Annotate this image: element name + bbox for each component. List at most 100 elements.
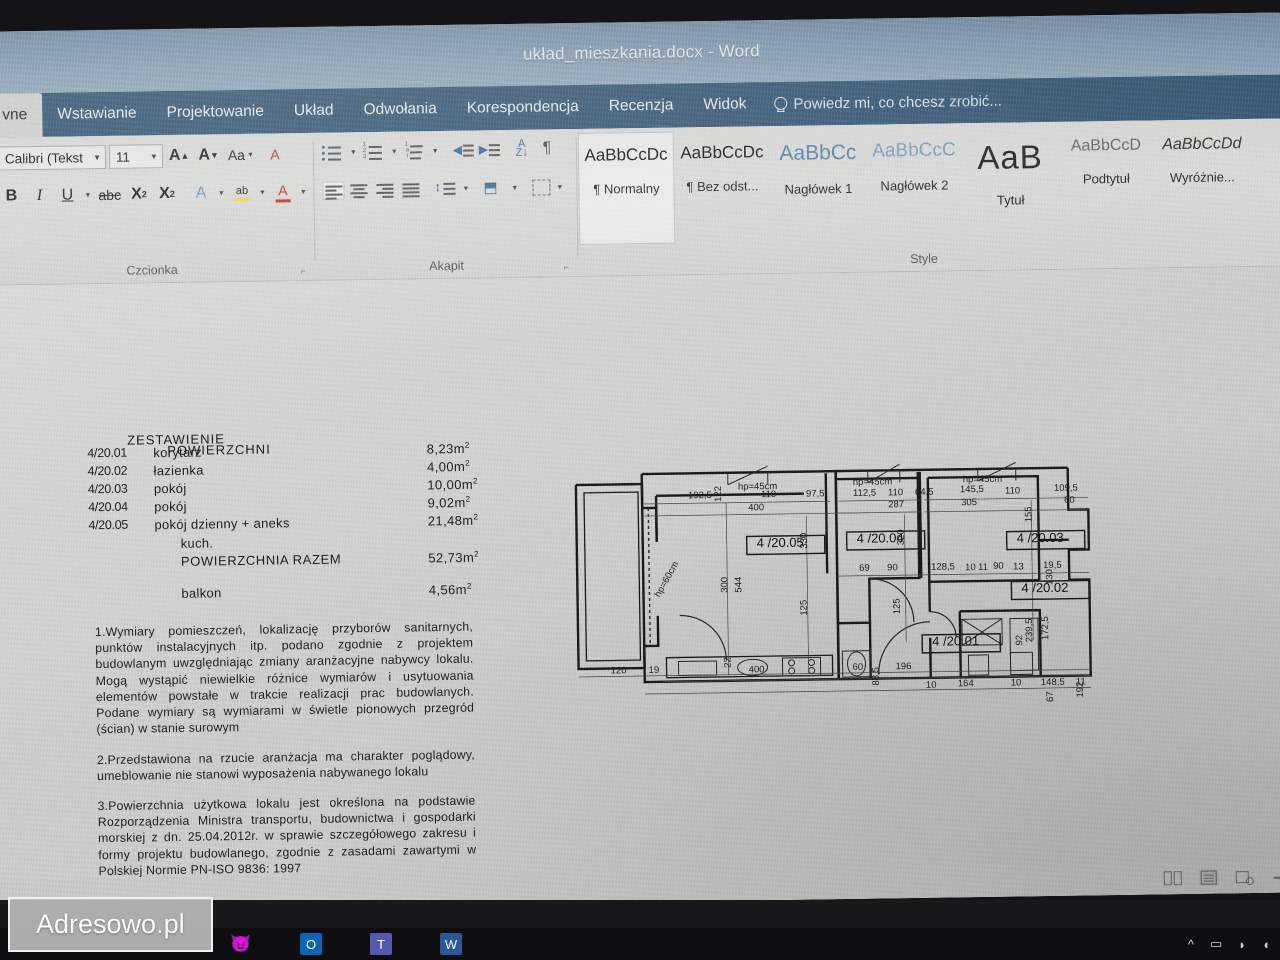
bullets-icon[interactable] [321,142,344,162]
ribbon-tab-view[interactable]: Widok [688,82,762,127]
ribbon-tab-mailings[interactable]: Korespondencja [451,85,594,131]
plan-dimension-label: hp=60cm [653,559,682,599]
plan-dimension-label: 125 [892,598,903,614]
plan-dimension-label: 164 [958,678,974,689]
shrink-font-button[interactable]: A ▼ [195,142,222,168]
shading-icon[interactable]: ⬒ [483,178,505,198]
align-right-icon[interactable] [374,181,396,199]
align-center-icon[interactable] [348,181,370,199]
row-code [89,572,155,604]
highlight-label: ab [235,184,249,198]
read-mode-icon[interactable] [1163,870,1183,886]
paragraph-dialog-launcher[interactable]: ⌐ [564,262,574,272]
style-label: Nagłówek 2 [880,177,949,194]
style-preview: AaBbCcC [872,139,956,162]
word-taskbar-icon[interactable]: W [440,933,462,955]
outlook-taskbar-icon[interactable]: O [300,933,322,955]
style-naglowek-2[interactable]: AaBbCcC Nagłówek 2 [866,127,964,240]
font-dialog-launcher[interactable]: ⌐ [301,266,311,276]
style-naglowek-1[interactable]: AaBbCc Nagłówek 1 [770,129,868,242]
zoom-out-icon[interactable] [1271,868,1280,884]
chevron-down-icon[interactable]: ▼ [389,148,400,155]
tell-me-box[interactable]: Powiedz mi, co chcesz zrobić... [773,92,1002,112]
underline-button[interactable]: U [54,182,80,208]
style-wyroznienie[interactable]: AaBbCcDd Wyróżnie... [1154,123,1252,236]
italic-button[interactable]: I [26,183,52,209]
sort-icon[interactable]: A Z↓ [511,138,533,160]
plan-dimension-label: 10 [1011,677,1022,688]
style-bez-odstepow[interactable]: AaBbCcDc ¶ Bez odst... [674,130,772,243]
chevron-down-icon[interactable]: ▼ [430,147,441,155]
subscript-button[interactable]: X2 [126,181,152,207]
ribbon-tab-references[interactable]: Odwołania [348,87,452,133]
battery-icon[interactable]: ▭ [1210,936,1222,952]
web-layout-icon[interactable] [1235,869,1255,886]
ribbon-tab-insert[interactable]: Wstawianie [42,91,152,137]
text-highlight-button[interactable]: ab [229,180,255,206]
system-tray[interactable]: ^ ▭ ◗ ◖ [1188,936,1270,952]
chevron-down-icon[interactable]: ▼ [257,189,268,196]
clear-formatting-button[interactable]: A [262,141,288,167]
plan-room-tag: 4 /20.01 [932,633,979,649]
grow-font-button[interactable]: A ▲ [166,143,193,169]
ribbon-tab-review[interactable]: Recenzja [593,83,688,128]
font-name-combo[interactable]: Calibri (Tekst ▼ [0,144,107,171]
style-podtytul[interactable]: AaBbCcD Podtytuł [1058,124,1156,237]
chevron-down-icon[interactable]: ▼ [348,149,359,156]
bold-button[interactable]: B [0,183,25,209]
change-case-button[interactable]: Aa ▼ [225,142,259,169]
borders-icon[interactable] [532,179,551,196]
chevron-down-icon[interactable]: ▼ [460,185,471,192]
ribbon-tab-design[interactable]: Projektowanie [151,89,279,135]
chevron-down-icon[interactable]: ▼ [509,184,520,191]
subscript-label: X [131,185,142,203]
align-left-icon[interactable] [322,181,345,200]
volume-icon[interactable]: ◖ [1262,937,1270,952]
decrease-indent-icon[interactable]: ◀ [453,140,475,160]
row-area: 4,00m2 [355,457,488,477]
style-tytul[interactable]: AaB Tytuł [962,126,1060,239]
increase-indent-icon[interactable]: ▶ [479,140,501,160]
show-hidden-icons-icon[interactable]: ^ [1188,937,1194,952]
plan-dimension-label: 300 [719,577,730,593]
text-effects-button[interactable]: A [188,180,214,206]
wifi-icon[interactable]: ◗ [1238,937,1246,952]
plan-dimension-label: 192,5 [688,490,712,501]
strikethrough-button[interactable]: abc [95,182,124,208]
ribbon-tab-layout[interactable]: Układ [279,88,349,133]
row-area-value: 9,02m [427,495,466,511]
font-row-bottom: B I U ▼ abc X2 X2 A ▼ ab ▼ A ▼ [0,179,309,210]
plan-dimension-label: 128,5 [931,561,955,572]
plan-dimension-label: 97,5 [806,488,825,499]
multilevel-list-icon[interactable]: 1ai [404,141,426,161]
numbering-icon[interactable]: 123 [363,142,385,162]
chevron-down-icon: ▼ [246,151,255,159]
font-color-button[interactable]: A [270,179,296,205]
chevron-down-icon[interactable]: ▼ [82,192,93,199]
font-color-swatch [275,199,291,203]
show-formatting-marks-icon[interactable]: ¶ [543,139,565,159]
chevron-down-icon[interactable]: ▼ [298,188,309,195]
ribbon-group-paragraph: ▼ 123 ▼ 1ai ▼ ◀ ▶ A Z↓ ¶ ↕ ▼ ⬒ ▼ ▼ Akapi… [314,129,578,281]
ribbon-group-font: Calibri (Tekst ▼ 11 ▼ A ▲ A ▼ Aa ▼ A B I U … [0,133,315,286]
teams-taskbar-icon[interactable]: T [370,933,392,955]
row-area: 4,56m2 [357,567,490,600]
line-spacing-icon[interactable]: ↕ [434,179,456,199]
font-size-combo[interactable]: 11 ▼ [108,144,164,169]
chevron-down-icon[interactable]: ▼ [216,190,227,197]
styles-gallery[interactable]: AaBbCcDc ¶ Normalny AaBbCcDc ¶ Bez odst.… [577,123,1252,245]
plan-dimension-label: 19 [649,665,660,676]
superscript-button[interactable]: X2 [154,181,180,207]
print-layout-icon[interactable] [1198,869,1219,886]
plan-room-tag: 4 /20.05 [757,535,804,551]
plan-dimension-label: 155 [1023,506,1034,522]
chevron-down-icon[interactable]: ▼ [554,184,565,191]
notes-block: 1.Wymiary pomieszczeń, lokalizację przyb… [95,619,477,894]
document-page: ZESTAWIENIE POWIERZCHNI 4/20.01 korytarz… [0,266,1280,912]
ribbon-tab-home[interactable]: vne [0,92,43,138]
style-normalny[interactable]: AaBbCcDc ¶ Normalny [577,131,676,245]
document-canvas[interactable]: ZESTAWIENIE POWIERZCHNI 4/20.01 korytarz… [0,266,1280,912]
note-3: 3.Powierzchnia użytkowa lokalu jest okre… [97,793,477,878]
firefox-taskbar-icon[interactable]: 😈 [230,933,252,955]
justify-icon[interactable] [400,180,422,198]
